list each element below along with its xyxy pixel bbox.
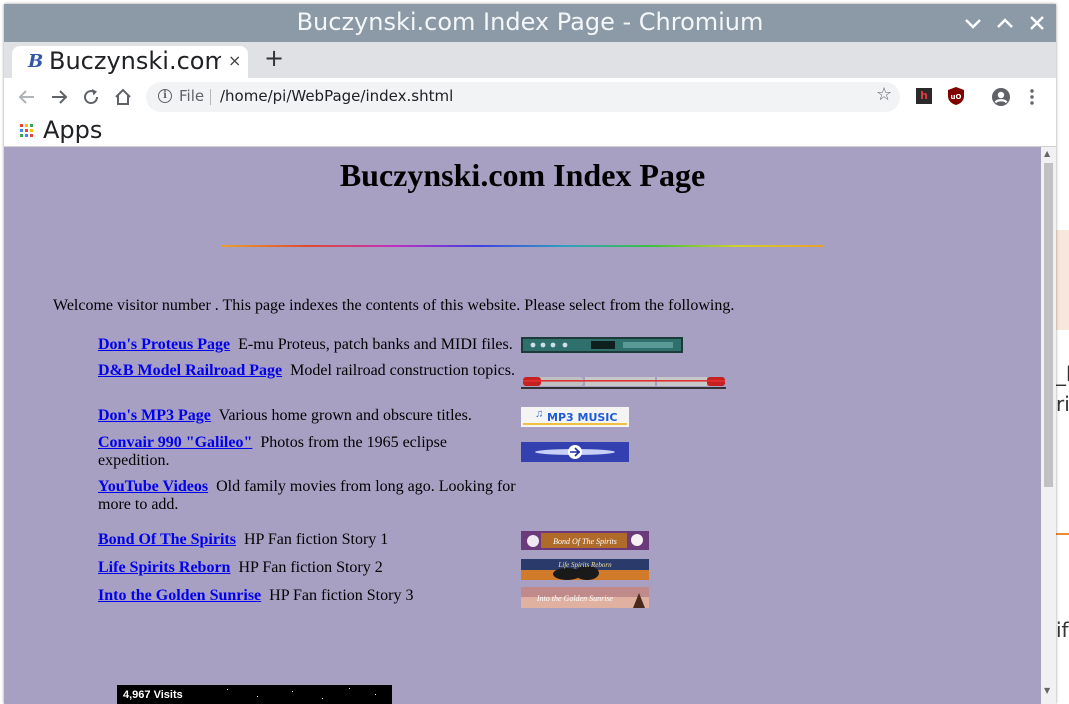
welcome-text: Welcome visitor number . This page index… [53,297,735,314]
list-item: Convair 990 "Galileo" Photos from the 19… [98,434,518,470]
background-text: _k [1056,362,1069,386]
bond-banner-text: Bond Of The Spirits [553,537,617,546]
tab-label: Buczynski.com Index Page [49,47,221,75]
apps-grid-icon[interactable] [20,124,33,137]
kebab-menu-icon[interactable] [1030,88,1034,106]
background-panel [1056,230,1069,330]
entry-desc: HP Fan fiction Story 1 [243,531,389,548]
list-item: Life Spirits Reborn HP Fan fiction Story… [98,559,518,577]
bookmarks-bar: Apps [4,116,1056,147]
visit-counter: 4,967 Visits [117,685,392,704]
rainbow-divider [222,245,823,247]
svg-text:♫: ♫ [535,408,543,420]
ublock-label: uO [951,93,962,101]
scrollbar-thumb[interactable] [1044,163,1053,487]
scheme-label: File [179,87,205,105]
entry-desc: HP Fan fiction Story 2 [238,559,383,576]
home-icon[interactable] [113,87,133,107]
back-arrow-icon[interactable] [17,87,37,107]
apps-bookmark[interactable]: Apps [43,116,102,144]
link-life-spirits[interactable]: Life Spirits Reborn [98,559,230,576]
golden-banner-text: Into the Golden Sunrise [536,594,614,603]
window-title: Buczynski.com Index Page - Chromium [296,8,764,36]
visit-counter-text: 4,967 Visits [123,689,183,701]
entry-desc: Model railroad construction topics. [290,362,515,379]
list-item: Don's Proteus Page E-mu Proteus, patch b… [98,336,518,354]
mp3-music-banner[interactable]: ♫ MP3 MUSIC [521,407,629,427]
mp3-banner-text: MP3 MUSIC [547,411,617,424]
proteus-banner-image[interactable] [521,337,683,353]
browser-window: Buczynski.com Index Page - Chromium B Bu… [4,4,1056,704]
toolbar: i File /home/pi/WebPage/index.shtml ☆ h … [4,78,1056,116]
scroll-down-icon[interactable]: ▼ [1044,686,1050,695]
railroad-train-image[interactable] [521,373,726,390]
link-proteus[interactable]: Don's Proteus Page [98,336,230,353]
new-tab-button[interactable]: + [264,44,284,72]
link-convair[interactable]: Convair 990 "Galileo" [98,434,252,451]
background-text: if [1056,618,1069,642]
forward-arrow-icon[interactable] [49,87,69,107]
galileo-banner-image[interactable] [521,442,629,462]
info-icon[interactable]: i [158,89,172,103]
list-item: Don's MP3 Page Various home grown and ob… [98,407,518,425]
address-bar[interactable]: i File /home/pi/WebPage/index.shtml ☆ [146,82,900,112]
close-window-icon[interactable] [1026,12,1048,34]
tab-close-icon[interactable]: × [228,51,241,70]
minimize-icon[interactable] [962,12,984,34]
link-railroad[interactable]: D&B Model Railroad Page [98,362,282,379]
url-text[interactable]: /home/pi/WebPage/index.shtml [220,87,453,105]
vertical-scrollbar[interactable]: ▲ ▼ [1041,147,1056,704]
bond-spirits-banner[interactable]: Bond Of The Spirits [521,531,649,550]
entry-desc: Various home grown and obscure titles. [218,407,472,424]
maximize-icon[interactable] [994,12,1016,34]
bookmark-star-icon[interactable]: ☆ [876,84,892,105]
entry-desc: HP Fan fiction Story 3 [269,587,414,604]
entry-desc: E-mu Proteus, patch banks and MIDI files… [238,336,513,353]
golden-sunrise-banner[interactable]: Into the Golden Sunrise [521,587,649,608]
site-favicon-icon: B [28,51,44,72]
list-item: Into the Golden Sunrise HP Fan fiction S… [98,587,518,605]
profile-avatar-icon[interactable] [991,87,1011,107]
background-text: ri [1056,392,1069,416]
tab-strip: B Buczynski.com Index Page × + [4,42,1056,78]
list-item: D&B Model Railroad Page Model railroad c… [98,362,518,380]
extension-h-icon[interactable]: h [916,88,932,104]
list-item: Bond Of The Spirits HP Fan fiction Story… [98,531,518,549]
tab-buczynski[interactable]: B Buczynski.com Index Page × [12,46,248,78]
life-banner-text: Life Spirits Reborn [557,561,612,569]
scroll-up-icon[interactable]: ▲ [1044,149,1050,158]
page-content: Buczynski.com Index Page Welcome visitor… [4,147,1041,704]
background-divider [1056,533,1069,535]
link-golden-sunrise[interactable]: Into the Golden Sunrise [98,587,261,604]
page-title: Buczynski.com Index Page [339,157,706,193]
title-bar[interactable]: Buczynski.com Index Page - Chromium [4,4,1056,42]
reload-icon[interactable] [81,87,101,107]
link-youtube[interactable]: YouTube Videos [98,478,208,495]
life-spirits-banner[interactable]: Life Spirits Reborn [521,559,649,580]
list-item: YouTube Videos Old family movies from lo… [98,478,518,514]
ublock-shield-icon[interactable]: uO [947,86,965,106]
link-mp3[interactable]: Don's MP3 Page [98,407,211,424]
link-bond-spirits[interactable]: Bond Of The Spirits [98,531,236,548]
divider [210,89,211,105]
background-window: _k ri if [1056,0,1069,704]
